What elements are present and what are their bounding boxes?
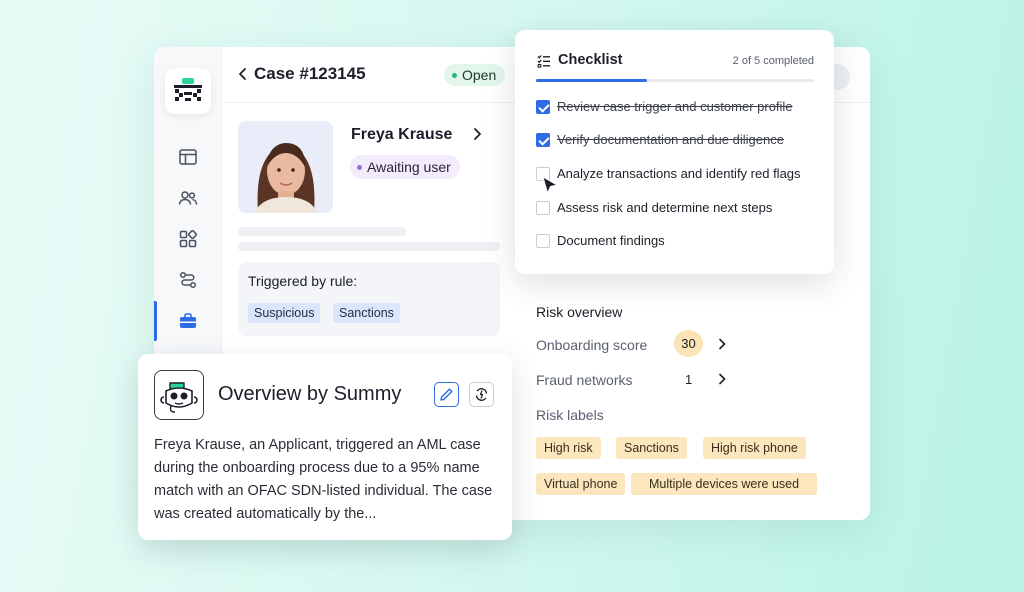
risk-label-tag: Multiple devices were used	[631, 473, 818, 495]
onboarding-score-badge: 30	[674, 330, 703, 357]
rule-tag: Suspicious	[248, 303, 321, 323]
fraud-networks-label: Fraud networks	[536, 372, 633, 388]
checklist-item[interactable]: Analyze transactions and identify red fl…	[536, 166, 826, 182]
overview-card: Overview by Summy Freya Krause, an Appli…	[138, 354, 512, 540]
checklist-icon	[537, 55, 550, 68]
risk-label-tag: High risk phone	[703, 437, 806, 459]
onboarding-score-label: Onboarding score	[536, 337, 648, 353]
chevron-right-icon[interactable]	[716, 373, 728, 385]
pencil-icon	[440, 388, 453, 401]
mouse-cursor-icon	[542, 176, 559, 195]
checklist-item[interactable]: Verify documentation and due diligence	[536, 132, 826, 148]
workflow-icon	[179, 271, 197, 289]
users-icon	[178, 191, 198, 205]
widgets-icon	[179, 230, 197, 248]
skeleton-line	[238, 227, 406, 236]
triggered-rule-box: Triggered by rule: Suspicious Sanctions	[238, 262, 500, 336]
edit-button[interactable]	[434, 382, 459, 407]
checklist-item-label: Verify documentation and due diligence	[557, 132, 784, 147]
checkbox[interactable]	[536, 234, 550, 248]
regenerate-button[interactable]	[469, 382, 494, 407]
rule-tag: Sanctions	[333, 303, 400, 323]
checkbox[interactable]	[536, 201, 550, 215]
nav-users[interactable]	[176, 186, 200, 210]
profile-status-badge: Awaiting user	[350, 155, 460, 179]
profile-photo	[238, 121, 333, 213]
checklist-item-label: Review case trigger and customer profile	[557, 99, 793, 114]
nav-active-indicator	[154, 301, 157, 341]
checklist-item[interactable]: Document findings	[536, 233, 826, 249]
checklist-item-label: Document findings	[557, 233, 665, 248]
logo-icon	[174, 78, 202, 101]
summy-avatar	[154, 370, 204, 420]
checklist-progress-fill	[536, 79, 648, 82]
nav-workflow[interactable]	[176, 268, 200, 292]
overview-title: Overview by Summy	[218, 383, 402, 405]
risk-overview-title: Risk overview	[536, 304, 623, 320]
checklist-item[interactable]: Review case trigger and customer profile	[536, 99, 826, 115]
chevron-right-icon[interactable]	[716, 338, 728, 350]
chevron-right-icon[interactable]	[470, 127, 484, 141]
status-badge: Open	[444, 64, 506, 86]
fraud-networks-count: 1	[685, 372, 693, 387]
checklist-item[interactable]: Assess risk and determine next steps	[536, 200, 826, 216]
checkbox[interactable]	[536, 100, 550, 114]
rule-title: Triggered by rule:	[248, 273, 358, 289]
risk-label-tag: High risk	[536, 437, 601, 459]
nav-cases[interactable]	[176, 309, 200, 333]
checklist-item-label: Analyze transactions and identify red fl…	[557, 166, 801, 181]
checklist-item-label: Assess risk and determine next steps	[557, 200, 773, 215]
nav-layout[interactable]	[176, 145, 200, 169]
person-portrait	[238, 121, 333, 213]
checklist-progress-bar	[536, 79, 814, 82]
risk-labels-title: Risk labels	[536, 407, 604, 423]
person-name[interactable]: Freya Krause	[351, 126, 452, 144]
skeleton-line	[238, 242, 500, 251]
briefcase-icon	[180, 313, 196, 328]
app-logo[interactable]	[165, 68, 211, 114]
overview-text: Freya Krause, an Applicant, triggered an…	[154, 437, 493, 522]
nav-widgets[interactable]	[176, 227, 200, 251]
refresh-icon	[475, 388, 488, 401]
risk-label-tag: Sanctions	[616, 437, 687, 459]
checklist-count: 2 of 5 completed	[732, 55, 814, 67]
checklist-title: Checklist	[558, 52, 623, 68]
back-icon[interactable]	[236, 67, 250, 81]
layout-icon	[179, 149, 197, 165]
checklist-panel: Checklist 2 of 5 completed Review case t…	[515, 30, 834, 274]
summy-mascot-icon	[160, 382, 198, 413]
case-title: Case #123145	[254, 64, 366, 83]
checkbox[interactable]	[536, 133, 550, 147]
risk-label-tag: Virtual phone	[536, 473, 626, 495]
